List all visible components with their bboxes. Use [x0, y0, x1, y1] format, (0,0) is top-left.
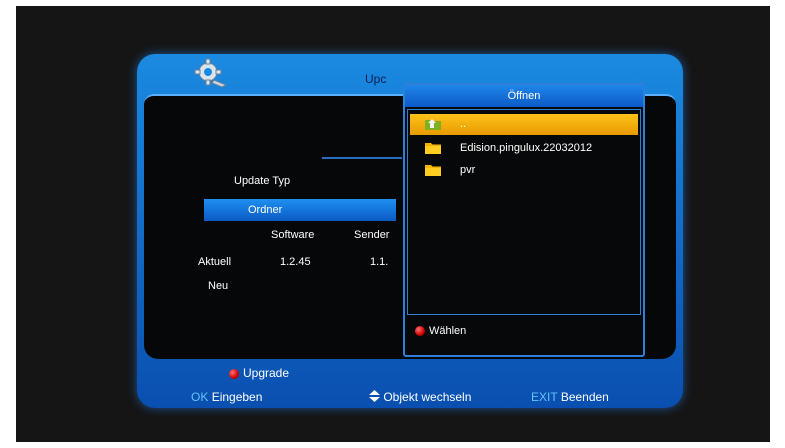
- update-type-label[interactable]: Update Typ: [234, 175, 290, 187]
- exit-key-hint[interactable]: EXIT Beenden: [531, 390, 609, 404]
- list-item-label: ..: [460, 118, 467, 130]
- list-item-label: Edision.pingulux.22032012: [460, 142, 593, 154]
- divider: [322, 157, 402, 159]
- current-software-version: 1.2.45: [280, 256, 311, 268]
- ok-key-hint[interactable]: OK Eingeben: [191, 390, 262, 404]
- current-sender-version: 1.1.: [370, 256, 389, 268]
- select-label: Wählen: [429, 325, 467, 337]
- open-file-dialog: Öffnen .. Edision.pingulux.22032012 pvr …: [403, 83, 645, 357]
- exit-key: EXIT: [531, 390, 558, 404]
- red-button-icon: [415, 326, 425, 337]
- column-sender: Sender: [354, 229, 390, 241]
- row-current-label: Aktuell: [198, 256, 232, 268]
- upgrade-button[interactable]: Upgrade: [229, 366, 289, 380]
- column-software: Software: [271, 229, 315, 241]
- dialog-title: Öffnen: [405, 85, 643, 107]
- folder-icon: [425, 143, 441, 154]
- exit-action: Beenden: [560, 390, 609, 404]
- list-item-folder[interactable]: Edision.pingulux.22032012: [410, 138, 638, 159]
- tv-screen: Upc Update Typ Ordner Software Sender Ak…: [16, 6, 770, 442]
- row-new-label: Neu: [208, 280, 229, 292]
- list-item-parent[interactable]: ..: [410, 114, 638, 135]
- upgrade-label: Upgrade: [243, 366, 290, 380]
- ok-action: Eingeben: [211, 390, 263, 404]
- settings-gear-icon: [194, 58, 228, 88]
- window-title: Upc: [365, 72, 387, 86]
- ok-key: OK: [191, 390, 209, 404]
- file-list[interactable]: .. Edision.pingulux.22032012 pvr: [407, 109, 641, 315]
- list-item-label: pvr: [460, 164, 476, 176]
- folder-option-selected[interactable]: Ordner: [204, 199, 396, 221]
- folder-up-icon: [425, 119, 441, 130]
- red-button-icon: [229, 368, 239, 379]
- folder-icon: [425, 165, 441, 176]
- folder-option-label: Ordner: [248, 204, 283, 216]
- move-key-hint[interactable]: Objekt wechseln: [369, 390, 471, 404]
- move-action: Objekt wechseln: [383, 390, 472, 404]
- up-down-arrows-icon: [369, 390, 380, 402]
- list-item-folder[interactable]: pvr: [410, 160, 638, 181]
- select-button[interactable]: Wählen: [415, 325, 466, 337]
- dialog-footer: Wählen: [407, 317, 641, 355]
- key-hint-bar: OK Eingeben Objekt wechseln EXIT Beenden: [137, 380, 683, 408]
